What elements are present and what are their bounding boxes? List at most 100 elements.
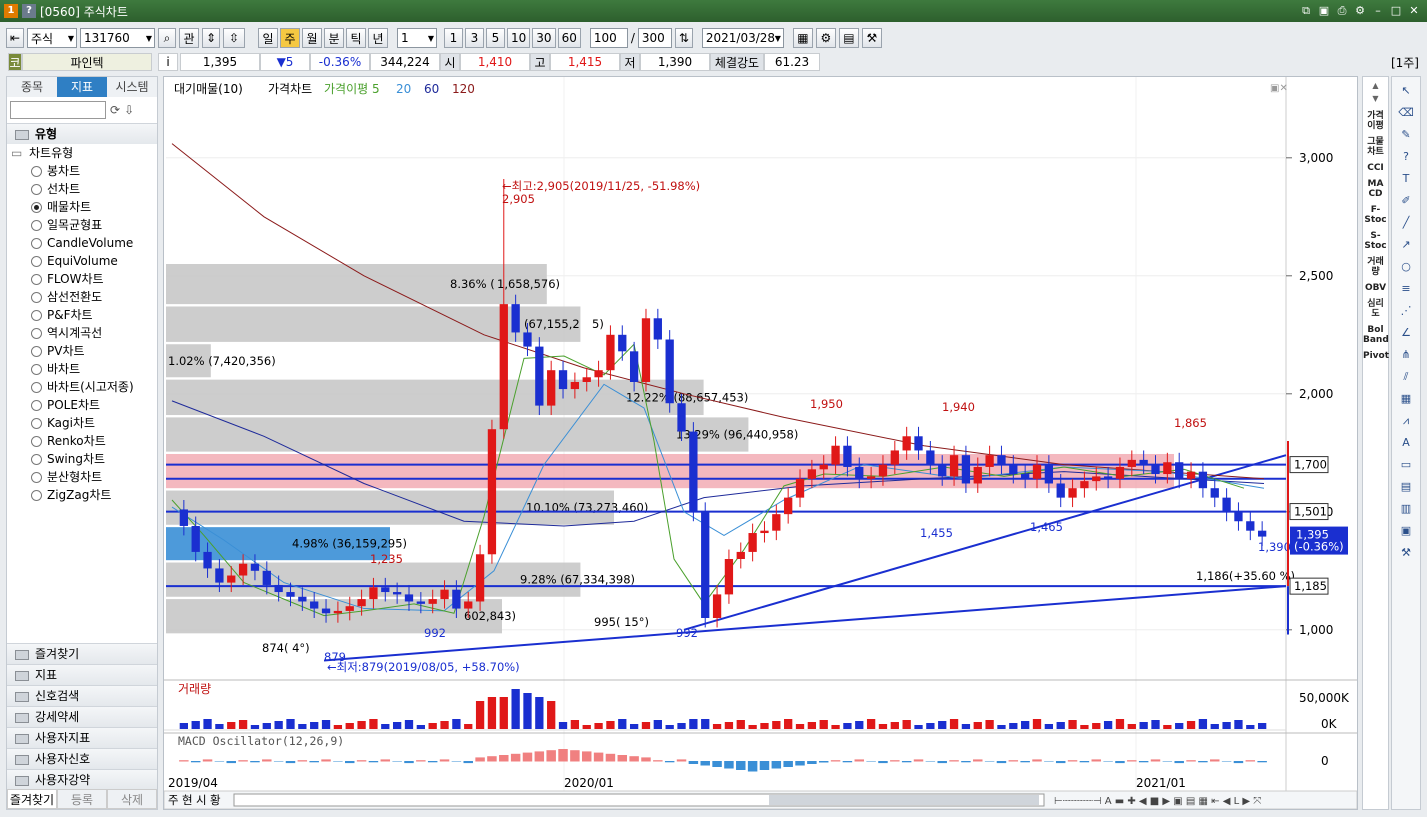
settings-icon[interactable]: ⚙ — [1353, 4, 1367, 18]
indicator-shortcut[interactable]: 가격 이평 — [1363, 111, 1388, 131]
eraser-icon[interactable]: ⌫ — [1397, 105, 1415, 121]
period-button[interactable]: 년 — [368, 28, 388, 48]
info-icon[interactable]: i — [158, 53, 178, 71]
quick-interval-button[interactable]: 3 — [465, 28, 484, 48]
legend-item[interactable]: 가격이평 5 — [324, 82, 380, 96]
tools-button[interactable]: ⚒ — [861, 28, 882, 48]
chart-type-option[interactable]: 선차트 — [7, 180, 157, 198]
status-tab[interactable]: 주 — [168, 793, 179, 807]
minimize-icon[interactable]: – — [1371, 4, 1385, 18]
interval-select[interactable]: 1 ▼ — [397, 28, 437, 48]
quick-interval-button[interactable]: 30 — [532, 28, 556, 48]
line-icon[interactable]: ╱ — [1397, 215, 1415, 231]
indicator-shortcut[interactable]: 거래 량 — [1363, 257, 1388, 277]
status-tab[interactable]: 시 — [196, 793, 207, 807]
trend-icon[interactable]: ↗ — [1397, 237, 1415, 253]
paint-icon[interactable]: ✎ — [1397, 127, 1415, 143]
calc-icon[interactable]: ▣ — [1397, 523, 1415, 539]
chart-type-option[interactable]: PV차트 — [7, 342, 157, 360]
indicator-group[interactable]: 신호검색 — [7, 685, 157, 706]
date-select[interactable]: 2021/03/28 ▼ — [701, 28, 784, 48]
chart-area[interactable]: 3,0002,5002,0001,5001,0008.36% (1,658,57… — [163, 76, 1358, 810]
legend-item[interactable]: 60 — [424, 82, 439, 96]
chart-icon[interactable]: ⩘ — [1397, 413, 1415, 429]
indicator-shortcut[interactable]: 심리 도 — [1363, 299, 1388, 319]
tool-icon[interactable]: ⚒ — [1397, 545, 1415, 561]
indicator-shortcut[interactable]: F- Stoc — [1363, 205, 1388, 225]
chart-type-option[interactable]: EquiVolume — [7, 252, 157, 270]
chart-type-option[interactable]: Renko차트 — [7, 432, 157, 450]
chart-type-option[interactable]: 일목균형표 — [7, 216, 157, 234]
scroll-down-button[interactable]: ▼ — [1363, 94, 1388, 103]
gear-button[interactable]: ⚙ — [815, 28, 836, 48]
bottom-tab[interactable]: 즐겨찾기 — [7, 789, 57, 809]
pen-icon[interactable]: ✐ — [1397, 193, 1415, 209]
period-button[interactable]: 틱 — [346, 28, 366, 48]
help-icon[interactable]: ? — [22, 4, 36, 18]
panel-controls[interactable]: ▣✕ — [1270, 83, 1288, 94]
indicator-shortcut[interactable]: Pivot — [1363, 351, 1389, 361]
scroll-up-button[interactable]: ▲ — [1363, 81, 1388, 90]
legend-item[interactable]: 가격차트 — [268, 82, 312, 96]
status-tab[interactable]: 황 — [210, 793, 221, 807]
quick-interval-button[interactable]: 5 — [486, 28, 505, 48]
link-button[interactable]: ⇕ — [202, 28, 220, 48]
stepper-button[interactable]: ⇳ — [223, 28, 245, 48]
indicator-shortcut[interactable]: CCI — [1363, 163, 1388, 173]
indicator-shortcut[interactable]: 그물 차트 — [1363, 137, 1388, 157]
window-icon[interactable]: ▭ — [1397, 457, 1415, 473]
fan-icon[interactable]: ⫽ — [1397, 369, 1415, 385]
quick-interval-button[interactable]: 1 — [444, 28, 463, 48]
chart-type-tree[interactable]: ▭ 차트유형 — [7, 144, 157, 162]
related-button[interactable]: 관 — [179, 28, 199, 48]
type-section[interactable]: 유형 — [7, 123, 157, 144]
refresh-icon[interactable]: ⟳ — [110, 103, 120, 117]
bottom-tab[interactable]: 등록 — [57, 789, 107, 809]
bottom-tab[interactable]: 삭제 — [107, 789, 157, 809]
doc-icon[interactable]: ▤ — [1397, 479, 1415, 495]
chart-type-option[interactable]: 매물차트 — [7, 198, 157, 216]
chart-type-option[interactable]: 역시계곡선 — [7, 324, 157, 342]
indicator-group[interactable]: 즐겨찾기 — [7, 643, 157, 664]
chart-type-option[interactable]: 바차트(시고저종) — [7, 378, 157, 396]
grid-icon[interactable]: ▦ — [1397, 391, 1415, 407]
link-icon[interactable]: ⧉ — [1299, 4, 1313, 18]
chart-type-option[interactable]: 봉차트 — [7, 162, 157, 180]
chart-type-option[interactable]: CandleVolume — [7, 234, 157, 252]
stock-code-input[interactable]: 131760 ▼ — [80, 28, 155, 48]
period-button[interactable]: 일 — [258, 28, 278, 48]
total-input[interactable]: 300 — [637, 28, 672, 48]
indicator-shortcut[interactable]: OBV — [1363, 283, 1388, 293]
period-button[interactable]: 월 — [302, 28, 322, 48]
indicator-group[interactable]: 사용자강약 — [7, 769, 157, 790]
indicator-group[interactable]: 강세약세 — [7, 706, 157, 727]
chart-type-option[interactable]: P&F차트 — [7, 306, 157, 324]
left-tab[interactable]: 지표 — [57, 77, 107, 97]
maximize-icon[interactable]: □ — [1389, 4, 1403, 18]
text-icon[interactable]: T — [1397, 171, 1415, 187]
chart-type-option[interactable]: 분산형차트 — [7, 468, 157, 486]
fib-icon[interactable]: ≡ — [1397, 281, 1415, 297]
stats-icon[interactable]: ▥ — [1397, 501, 1415, 517]
market-select[interactable]: 주식 ▼ — [27, 28, 77, 48]
auto-icon[interactable]: A — [1397, 435, 1415, 451]
legend-item[interactable]: 120 — [452, 82, 475, 96]
save-button[interactable]: ▤ — [838, 28, 859, 48]
indicator-group[interactable]: 지표 — [7, 664, 157, 685]
cursor-icon[interactable]: ↖ — [1397, 83, 1415, 99]
quick-interval-button[interactable]: 10 — [507, 28, 531, 48]
chart-type-option[interactable]: Kagi차트 — [7, 414, 157, 432]
indicator-shortcut[interactable]: S- Stoc — [1363, 231, 1388, 251]
print-icon[interactable]: ⎙ — [1335, 4, 1349, 18]
chart-type-option[interactable]: 바차트 — [7, 360, 157, 378]
count-input[interactable]: 100 — [589, 28, 628, 48]
angle-icon[interactable]: ∠ — [1397, 325, 1415, 341]
prev-stock-button[interactable]: ⇤ — [6, 28, 24, 48]
indicator-shortcut[interactable]: MA CD — [1363, 179, 1388, 199]
chart-type-option[interactable]: ZigZag차트 — [7, 486, 157, 504]
status-tab[interactable]: 현 — [182, 793, 193, 807]
zoom-slider[interactable]: ⊢┈┈┈┈┈⊣ A ▬ ✚ ◀ ■ ▶ ▣ ▤ ▦ ⇤ ◀ L ▶ ⤧ — [1054, 796, 1261, 807]
indicator-shortcut[interactable]: Bol Band — [1363, 325, 1389, 345]
download-icon[interactable]: ⇩ — [124, 103, 134, 117]
circle-icon[interactable]: ○ — [1397, 259, 1415, 275]
